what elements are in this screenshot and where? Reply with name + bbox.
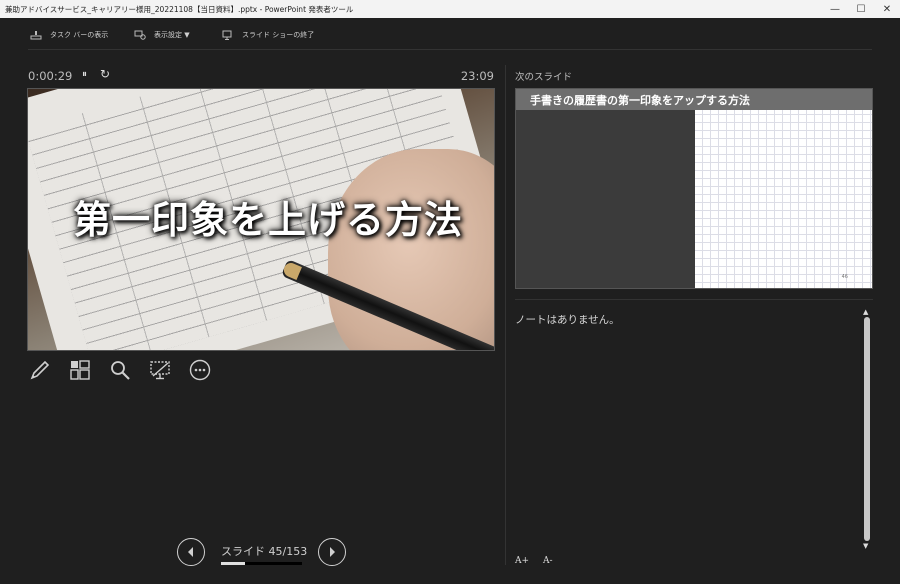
minimize-button[interactable]: — (822, 0, 848, 18)
increase-font-button[interactable]: A+ (515, 556, 529, 566)
display-settings-icon (134, 30, 146, 40)
pen-icon[interactable] (28, 358, 52, 382)
pane-divider[interactable] (505, 65, 506, 565)
notes-divider (515, 299, 873, 300)
next-slide-grid (695, 110, 872, 288)
close-button[interactable]: ✕ (874, 0, 900, 18)
end-slideshow-label: スライド ショーの終了 (242, 31, 315, 39)
slide-headline: 第一印象を上げる方法 (72, 198, 463, 242)
elapsed-timer: 0:00:29 (28, 69, 73, 83)
display-settings-button[interactable]: 表示設定 ▼ (134, 30, 190, 40)
end-slideshow-button[interactable]: スライド ショーの終了 (222, 30, 314, 40)
speaker-notes[interactable]: ノートはありません。 (515, 312, 620, 327)
next-slide-label: 次のスライド (515, 72, 573, 83)
taskbar-button[interactable]: タスク バーの表示 (30, 30, 108, 40)
display-settings-label: 表示設定 ▼ (154, 31, 190, 39)
decrease-font-button[interactable]: A- (543, 556, 553, 566)
next-slide-title: 手書きの履歴書の第一印象をアップする方法 (516, 89, 872, 110)
end-slideshow-icon (222, 30, 234, 40)
next-icon (330, 547, 335, 557)
see-all-slides-icon[interactable] (68, 358, 92, 382)
font-size-controls: A+ A- (515, 556, 567, 566)
presenter-toolbar: タスク バーの表示 表示設定 ▼ スライド ショーの終了 (0, 18, 900, 50)
slide-progress-bar (221, 562, 302, 565)
slide-tools (28, 358, 228, 382)
next-slide-page-number: 46 (841, 274, 848, 280)
pause-icon[interactable]: ⏸ (82, 69, 87, 80)
slide-progress-fill (221, 562, 245, 565)
slide-counter[interactable]: スライド 45/153 (221, 538, 307, 566)
taskbar-label: タスク バーの表示 (50, 31, 109, 39)
title-bar: 兼助アドバイスサービス_キャリアリー様用_20221108【当日資料】.pptx… (0, 0, 900, 18)
maximize-button[interactable]: ☐ (848, 0, 874, 18)
previous-icon (188, 547, 193, 557)
next-slide-button[interactable] (318, 538, 346, 566)
scroll-down-icon[interactable]: ▼ (863, 542, 868, 550)
scroll-thumb[interactable] (864, 317, 870, 541)
toolbar-divider (28, 49, 872, 50)
next-slide-preview[interactable]: 手書きの履歴書の第一印象をアップする方法 46 (515, 88, 873, 289)
more-options-icon[interactable] (188, 358, 212, 382)
slide-navigation: スライド 45/153 (177, 538, 346, 566)
previous-slide-button[interactable] (177, 538, 205, 566)
scroll-up-icon[interactable]: ▲ (863, 308, 868, 316)
taskbar-icon (30, 30, 42, 40)
black-screen-icon[interactable] (148, 358, 172, 382)
window-title: 兼助アドバイスサービス_キャリアリー様用_20221108【当日資料】.pptx… (5, 4, 354, 14)
current-slide[interactable]: 第一印象を上げる方法 (27, 88, 495, 351)
slide-counter-text: スライド 45/153 (221, 545, 308, 558)
notes-scrollbar[interactable]: ▲ ▼ (861, 308, 873, 550)
reset-timer-icon[interactable]: ↻ (100, 67, 110, 81)
current-time: 23:09 (460, 69, 494, 83)
zoom-icon[interactable] (108, 358, 132, 382)
